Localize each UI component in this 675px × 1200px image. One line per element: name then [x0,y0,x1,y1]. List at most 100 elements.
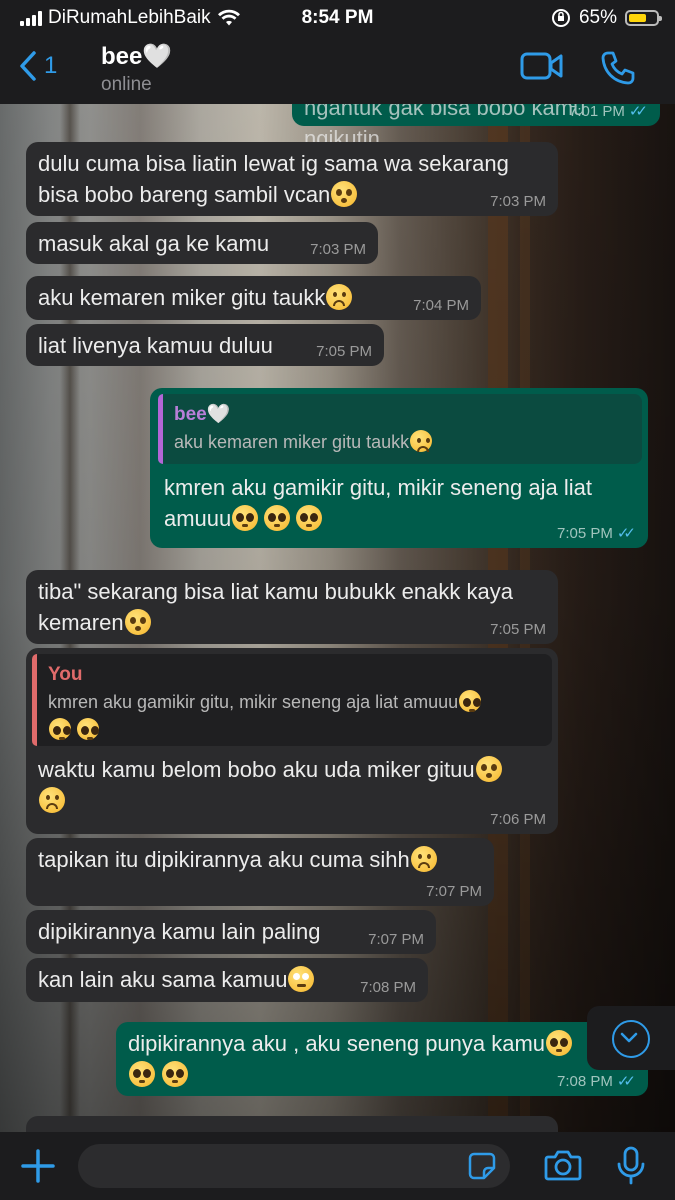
chevron-down-circle-icon [612,1020,650,1058]
unread-count: 1 [44,52,58,79]
quoted-message[interactable]: You kmren aku gamikir gitu, mikir seneng… [32,654,552,746]
message-incoming-reply[interactable]: You kmren aku gamikir gitu, mikir seneng… [26,648,558,834]
quote-text: aku kemaren miker gitu taukk [174,432,410,452]
chevron-left-icon [20,51,36,81]
message-time: 7:05 PM [556,525,613,542]
message-incoming[interactable]: kan lain aku sama kamuu 7:08 PM [26,958,428,1002]
quoted-message[interactable]: bee🤍 aku kemaren miker gitu taukk [158,394,642,464]
message-time: 7:08 PM [556,1073,613,1090]
message-incoming[interactable]: liat livenya kamuu duluu 7:05 PM [26,324,384,366]
video-call-icon[interactable] [520,50,564,82]
pleading-emoji-icon [264,505,291,531]
message-time: 7:04 PM [413,297,469,314]
read-ticks-icon: ✓✓ [616,525,636,542]
flushed-emoji-icon [475,756,502,782]
message-time: 7:03 PM [490,193,546,210]
chat-messages[interactable]: ngantuk gak bisa bobo kamu ngikutin 7:01… [0,104,675,1132]
message-meta: 7:04 PM [413,298,469,314]
phone-icon[interactable] [600,50,636,86]
message-meta: 7:03 PM [310,242,366,258]
message-outgoing[interactable]: ngantuk gak bisa bobo kamu ngikutin 7:01… [292,104,660,151]
back-button[interactable]: 1 [18,50,57,82]
rolling-eyes-emoji-icon [288,966,315,992]
message-meta: 7:01 PM ✓✓ [569,104,648,120]
pleading-emoji-icon [129,1061,155,1087]
message-time: 7:01 PM [568,104,625,120]
pleading-emoji-icon [49,718,71,740]
frowning-emoji-icon [326,284,353,310]
message-meta: 7:07 PM [426,884,482,900]
message-meta: 7:08 PM ✓✓ [557,1074,636,1090]
message-time: 7:05 PM [490,621,546,638]
pleading-emoji-icon [77,718,100,740]
chevron-down-icon [620,1032,638,1043]
message-time: 7:07 PM [368,931,424,948]
contact-status: online [101,74,152,95]
frowning-emoji-icon [410,846,437,872]
quote-author: You [48,664,83,685]
message-text: tiba" sekarang bisa liat kamu bubukk ena… [38,579,513,635]
message-text: liat livenya kamuu duluu [38,333,273,358]
message-text: kmren aku gamikir gitu, mikir seneng aja… [164,475,592,531]
scroll-to-bottom-button[interactable] [587,1006,675,1070]
message-text: dipikirannya aku , aku seneng punya kamu [128,1031,546,1056]
message-meta: 7:05 PM [316,344,372,360]
orientation-lock-icon [551,9,570,27]
message-meta: 7:05 PM [490,622,546,638]
message-incoming-partial[interactable] [26,1116,558,1132]
message-incoming[interactable]: dipikirannya kamu lain paling 7:07 PM [26,910,436,954]
message-incoming[interactable]: tiba" sekarang bisa liat kamu bubukk ena… [26,570,558,644]
message-time: 7:08 PM [360,979,416,996]
pleading-emoji-icon [296,505,323,531]
pleading-emoji-icon [546,1030,573,1056]
camera-icon[interactable] [544,1148,582,1182]
message-time: 7:05 PM [316,343,372,360]
message-text: kan lain aku sama kamuu [38,967,288,992]
message-meta: 7:05 PM ✓✓ [557,526,636,542]
battery-percent: 65% [578,7,617,28]
pleading-emoji-icon [162,1061,189,1087]
message-text: waktu kamu belom bobo aku uda miker gitu… [38,757,475,782]
message-meta: 7:08 PM [360,980,416,996]
status-bar: DiRumahLebihBaik 8:54 PM 65% [0,0,675,36]
status-right: 65% [551,7,662,29]
quote-author: bee🤍 [174,404,231,425]
message-outgoing[interactable]: dipikirannya aku , aku seneng punya kamu… [116,1022,648,1096]
message-text: tapikan itu dipikirannya aku cuma sihh [38,847,410,872]
read-ticks-icon: ✓✓ [628,104,648,120]
message-outgoing-reply[interactable]: bee🤍 aku kemaren miker gitu taukk kmren … [150,388,648,548]
sticker-icon[interactable] [468,1152,496,1180]
pleading-emoji-icon [232,505,259,531]
message-incoming[interactable]: dulu cuma bisa liatin lewat ig sama wa s… [26,142,558,216]
message-time: 7:06 PM [490,811,546,828]
plus-icon[interactable] [20,1148,56,1184]
message-time: 7:07 PM [426,883,482,900]
quote-text: kmren aku gamikir gitu, mikir seneng aja… [48,692,459,712]
message-meta: 7:07 PM [368,932,424,948]
contact-name[interactable]: bee🤍 [101,42,172,71]
message-incoming[interactable]: masuk akal ga ke kamu 7:03 PM [26,222,378,264]
frowning-emoji-icon [410,430,433,452]
message-input-bar [0,1132,675,1200]
battery-fill [629,14,646,22]
message-text: aku kemaren miker gitu taukk [38,285,326,310]
message-text: dulu cuma bisa liatin lewat ig sama wa s… [38,151,509,207]
message-incoming[interactable]: aku kemaren miker gitu taukk 7:04 PM [26,276,481,320]
battery-icon [625,10,662,26]
message-meta: 7:03 PM [490,194,546,210]
message-input[interactable] [78,1144,510,1188]
quote-text-line: kmren aku gamikir gitu, mikir seneng aja… [48,688,540,744]
message-text: masuk akal ga ke kamu [38,231,270,256]
message-incoming[interactable]: tapikan itu dipikirannya aku cuma sihh 7… [26,838,494,906]
chat-header: 1 bee🤍 online [0,36,675,104]
message-meta: 7:06 PM [490,812,546,828]
message-body: waktu kamu belom bobo aku uda miker gitu… [32,754,552,816]
flushed-emoji-icon [331,181,358,207]
read-ticks-icon: ✓✓ [616,1073,636,1090]
quote-text-line: aku kemaren miker gitu taukk [174,428,630,456]
frowning-emoji-icon [39,787,65,813]
microphone-icon[interactable] [616,1146,646,1186]
message-text: dipikirannya kamu lain paling [38,919,321,944]
pleading-emoji-icon [459,690,482,712]
message-time: 7:03 PM [310,241,366,258]
